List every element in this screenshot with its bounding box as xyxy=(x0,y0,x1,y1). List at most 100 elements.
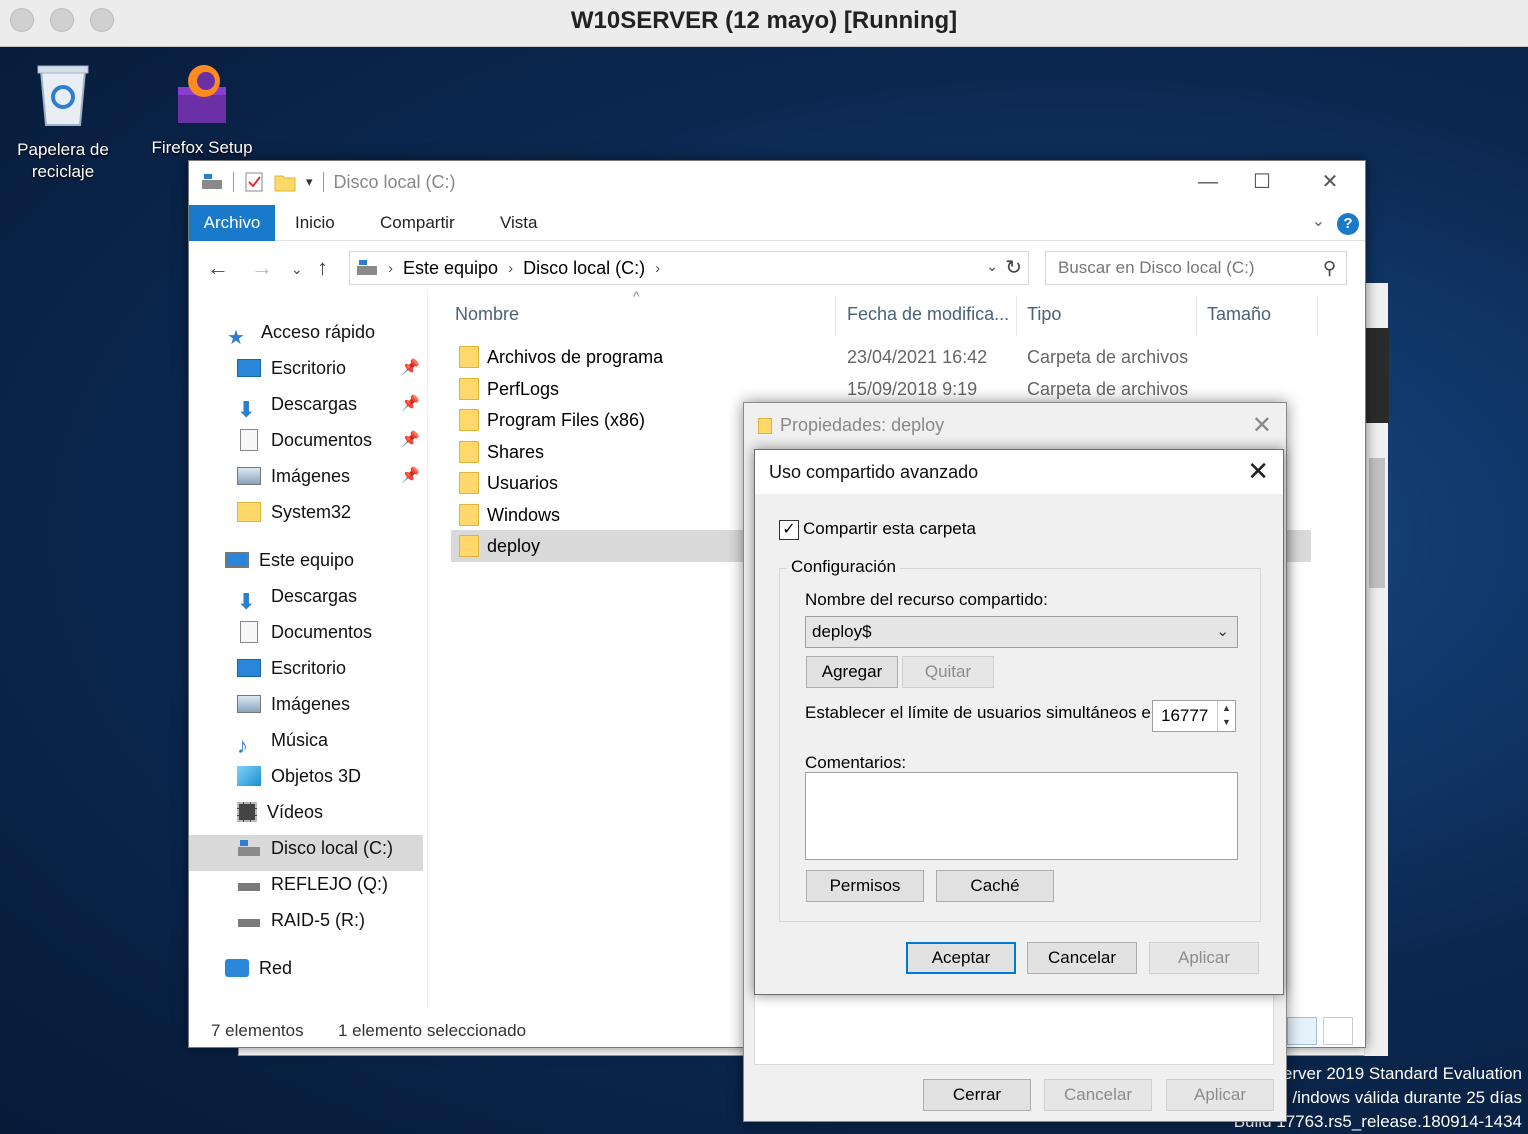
sidebar-item-videos[interactable]: Vídeos xyxy=(237,795,323,829)
up-icon[interactable]: ↑ xyxy=(317,255,328,281)
music-icon: ♪ xyxy=(237,733,248,758)
column-type[interactable]: Tipo xyxy=(1027,304,1061,325)
document-icon xyxy=(240,429,258,451)
back-icon[interactable]: ← xyxy=(207,255,229,281)
ribbon-expand-icon[interactable]: ⌄ xyxy=(1312,211,1325,231)
user-limit-stepper[interactable]: 16777 ▲ ▼ xyxy=(1152,700,1236,732)
share-folder-label[interactable]: Compartir esta carpeta xyxy=(803,519,976,539)
sidebar-item-red[interactable]: Red xyxy=(225,951,292,985)
file-type: Carpeta de archivos xyxy=(1027,378,1189,399)
download-icon: ⬇ xyxy=(237,589,256,614)
table-row[interactable]: PerfLogs 15/09/2018 9:19 Carpeta de arch… xyxy=(451,373,1311,405)
qat-dropdown-icon[interactable]: ▾ xyxy=(306,174,313,190)
item-count: 7 elementos xyxy=(211,1021,304,1040)
permisos-button[interactable]: Permisos xyxy=(806,870,924,902)
comments-textarea[interactable] xyxy=(805,772,1238,860)
sidebar-item-label: Descargas xyxy=(271,586,358,606)
spin-buttons[interactable]: ▲ ▼ xyxy=(1217,701,1235,731)
share-name-select[interactable]: deploy$ ⌄ xyxy=(805,616,1238,648)
search-placeholder: Buscar en Disco local (C:) xyxy=(1058,258,1255,277)
cache-button[interactable]: Caché xyxy=(936,870,1054,902)
file-name: Windows xyxy=(487,504,561,525)
column-name[interactable]: Nombre xyxy=(455,304,519,325)
pin-icon[interactable]: 📌 xyxy=(401,430,420,448)
tab-compartir[interactable]: Compartir xyxy=(366,205,469,241)
sidebar-item-descargas-pc[interactable]: ⬇ Descargas xyxy=(237,579,358,614)
chevron-down-icon[interactable]: ⌄ xyxy=(1216,617,1229,647)
file-date: 15/09/2018 9:19 xyxy=(847,378,978,399)
recent-locations-icon[interactable]: ⌄ xyxy=(291,261,303,278)
sidebar-item-escritorio[interactable]: Escritorio xyxy=(237,351,346,385)
breadcrumb-este-equipo[interactable]: Este equipo xyxy=(403,258,498,279)
pin-icon[interactable]: 📌 xyxy=(401,394,420,412)
close-button[interactable]: ✕ xyxy=(1307,167,1353,197)
sidebar-item-system32[interactable]: System32 xyxy=(237,495,351,529)
cancelar-button[interactable]: Cancelar xyxy=(1044,1079,1152,1111)
cancelar-button[interactable]: Cancelar xyxy=(1027,942,1137,974)
minimize-button[interactable]: — xyxy=(1185,167,1231,197)
sort-ascending-icon: ^ xyxy=(633,288,640,304)
column-size[interactable]: Tamaño xyxy=(1207,304,1271,325)
explorer-title-bar: ▾ Disco local (C:) — ☐ ✕ xyxy=(189,161,1365,205)
column-date[interactable]: Fecha de modifica... xyxy=(847,304,1009,325)
large-icons-view-icon[interactable] xyxy=(1323,1017,1353,1045)
sidebar-item-objetos-3d[interactable]: Objetos 3D xyxy=(237,759,361,793)
sidebar-item-imagenes-pc[interactable]: Imágenes xyxy=(237,687,350,721)
sidebar-item-label: Escritorio xyxy=(271,658,347,678)
sidebar-item-acceso-rapido[interactable]: ★ Acceso rápido xyxy=(227,315,375,349)
sidebar-item-disco-local[interactable]: Disco local (C:) xyxy=(237,831,393,865)
dialog-title: Uso compartido avanzado xyxy=(769,462,979,482)
forward-icon[interactable]: → xyxy=(251,255,273,281)
host-title-bar: W10SERVER (12 mayo) [Running] xyxy=(0,0,1528,47)
desktop-icon-firefox-setup[interactable]: Firefox Setup xyxy=(147,59,257,159)
table-row[interactable]: Archivos de programa 23/04/2021 16:42 Ca… xyxy=(451,341,1311,373)
aplicar-button[interactable]: Aplicar xyxy=(1166,1079,1274,1111)
aplicar-button[interactable]: Aplicar xyxy=(1149,942,1259,974)
sidebar-item-este-equipo[interactable]: Este equipo xyxy=(225,543,354,577)
quitar-button[interactable]: Quitar xyxy=(902,656,994,688)
search-icon[interactable]: ⚲ xyxy=(1323,252,1336,284)
advanced-sharing-dialog: Uso compartido avanzado ✕ ✓ Compartir es… xyxy=(754,449,1284,995)
tab-archivo[interactable]: Archivo xyxy=(189,205,275,241)
agregar-button[interactable]: Agregar xyxy=(806,656,898,688)
search-input[interactable]: Buscar en Disco local (C:) ⚲ xyxy=(1045,251,1347,285)
sidebar-item-musica[interactable]: ♪ Música xyxy=(237,723,328,758)
this-pc-icon xyxy=(357,260,377,275)
properties-icon[interactable] xyxy=(244,171,264,193)
sidebar-item-label: Imágenes xyxy=(271,466,351,486)
sidebar-item-raid5[interactable]: RAID-5 (R:) xyxy=(237,903,365,937)
sidebar-item-escritorio-pc[interactable]: Escritorio xyxy=(237,651,346,685)
sidebar-item-documentos[interactable]: Documentos xyxy=(237,423,372,457)
sidebar-item-label: System32 xyxy=(271,502,352,522)
sidebar-item-reflejo[interactable]: REFLEJO (Q:) xyxy=(237,867,388,901)
address-bar[interactable]: › Este equipo › Disco local (C:) › ⌄ ↻ xyxy=(349,251,1029,285)
tab-vista[interactable]: Vista xyxy=(486,205,552,241)
pin-icon[interactable]: 📌 xyxy=(401,466,420,484)
chevron-right-icon[interactable]: › xyxy=(655,260,660,277)
sidebar-item-imagenes[interactable]: Imágenes xyxy=(237,459,350,493)
details-view-icon[interactable] xyxy=(1287,1017,1317,1045)
sidebar-item-descargas[interactable]: ⬇ Descargas xyxy=(237,387,357,422)
refresh-icon[interactable]: ↻ xyxy=(1005,255,1022,280)
desktop-icon-recycle-bin[interactable]: Papelera de reciclaje xyxy=(8,61,118,183)
new-folder-icon[interactable] xyxy=(274,172,296,192)
folder-icon xyxy=(459,504,479,526)
folder-icon xyxy=(237,502,261,522)
close-icon[interactable]: ✕ xyxy=(1252,411,1272,440)
quick-access-toolbar: ▾ Disco local (C:) xyxy=(201,171,456,193)
pin-icon[interactable]: 📌 xyxy=(401,358,420,376)
address-dropdown-icon[interactable]: ⌄ xyxy=(986,258,998,275)
share-folder-checkbox[interactable]: ✓ xyxy=(779,520,799,540)
background-scrollbar[interactable] xyxy=(1364,283,1389,1056)
cerrar-button[interactable]: Cerrar xyxy=(923,1079,1031,1111)
chevron-right-icon[interactable]: › xyxy=(508,260,513,277)
selection-count: 1 elemento seleccionado xyxy=(338,1021,527,1040)
breadcrumb-disco-local[interactable]: Disco local (C:) xyxy=(523,258,645,279)
close-icon[interactable]: ✕ xyxy=(1247,456,1269,487)
desktop-icon-label: reciclaje xyxy=(31,162,95,181)
sidebar-item-documentos-pc[interactable]: Documentos xyxy=(237,615,372,649)
aceptar-button[interactable]: Aceptar xyxy=(906,942,1016,974)
help-icon[interactable]: ? xyxy=(1337,213,1359,235)
tab-inicio[interactable]: Inicio xyxy=(281,205,349,241)
maximize-button[interactable]: ☐ xyxy=(1239,167,1285,197)
